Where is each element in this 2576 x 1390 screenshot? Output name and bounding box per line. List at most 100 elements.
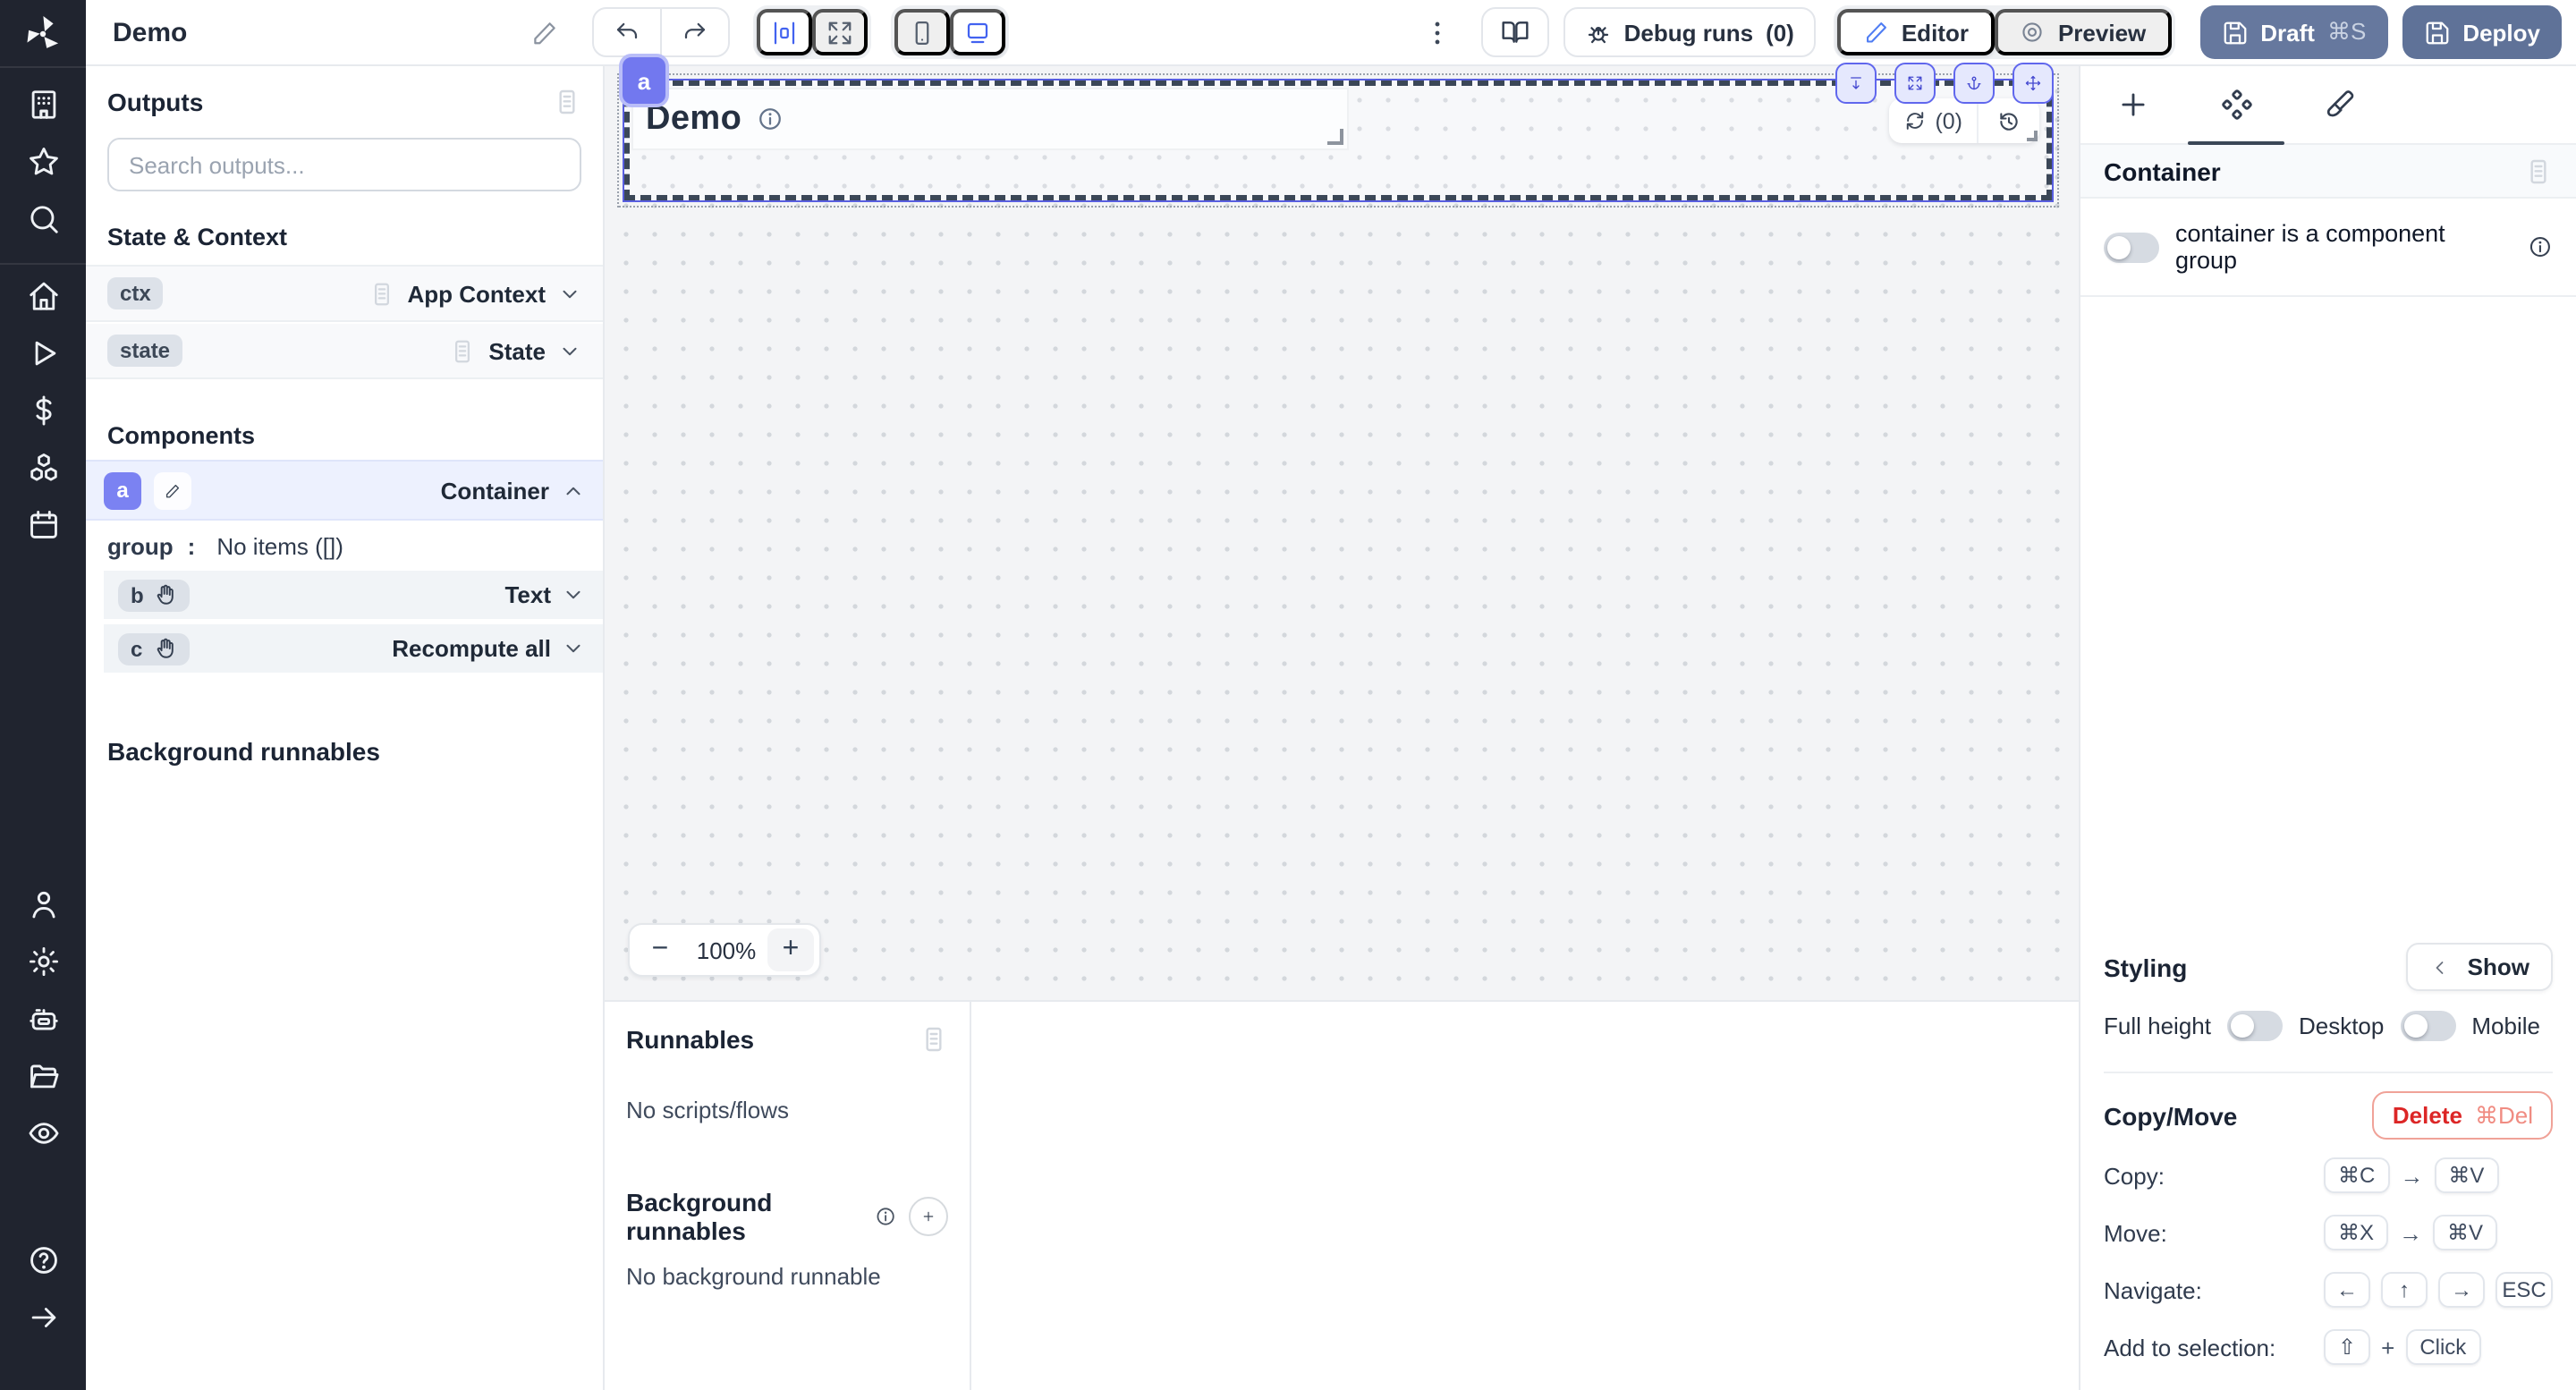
kbd-cut: ⌘X (2324, 1215, 2388, 1250)
expand-down-handle-icon[interactable] (1835, 63, 1877, 104)
fullscreen-icon[interactable] (811, 9, 867, 55)
container-type-label: Container (441, 477, 549, 504)
chevron-down-icon[interactable] (562, 583, 585, 606)
tab-styling-icon[interactable] (2288, 66, 2392, 143)
component-group-toggle[interactable] (2104, 232, 2159, 262)
add-selection-label: Add to selection: (2104, 1334, 2324, 1360)
sidebar-item-settings[interactable] (16, 941, 70, 980)
chevron-down-icon[interactable] (558, 339, 581, 362)
zoom-out-button[interactable]: − (635, 932, 685, 968)
sidebar-item-audit[interactable] (16, 1113, 70, 1152)
sidebar-item-home[interactable] (16, 275, 70, 315)
chevron-left-icon (2430, 956, 2452, 978)
kbd-paste: ⌘V (2434, 1157, 2498, 1193)
doc-panel-icon[interactable] (553, 88, 581, 116)
component-row-text[interactable]: b Text (104, 571, 603, 619)
styling-show-button[interactable]: Show (2407, 943, 2553, 991)
sidebar-item-favorites[interactable] (16, 141, 70, 181)
debug-runs-count: (0) (1766, 19, 1794, 46)
center-panel-icon[interactable] (756, 9, 811, 55)
state-type-label: State (488, 337, 546, 364)
editor-label: Editor (1902, 19, 1969, 46)
app-canvas[interactable]: a (0) (605, 66, 2079, 1000)
sidebar-item-workspace[interactable] (16, 84, 70, 123)
kbd-click: Click (2405, 1329, 2480, 1365)
anchor-handle-icon[interactable] (1953, 63, 1995, 104)
tab-insert-component-icon[interactable] (2080, 66, 2184, 143)
undo-button[interactable] (593, 9, 659, 55)
mobile-view-icon[interactable] (894, 9, 949, 55)
history-cell[interactable] (1977, 98, 2039, 143)
chevron-down-icon[interactable] (562, 637, 585, 660)
refresh-cell[interactable]: (0) (1888, 98, 1977, 143)
zoom-in-button[interactable]: + (767, 928, 814, 971)
state-context-heading: State & Context (86, 224, 603, 250)
doc-panel-icon[interactable] (919, 1025, 948, 1054)
debug-runs-label: Debug runs (1624, 19, 1753, 46)
doc-icon (368, 280, 394, 307)
edit-id-pencil-icon[interactable] (154, 471, 191, 509)
output-row-state[interactable]: state State (86, 322, 603, 379)
sidebar-expand-icon[interactable] (16, 1297, 70, 1336)
move-handle-icon[interactable] (2012, 63, 2054, 104)
component-a-badge: a (104, 471, 141, 509)
navigate-shortcut-row: Navigate: ← ↑ → ESC (2104, 1268, 2553, 1311)
desktop-view-icon[interactable] (949, 9, 1004, 55)
delete-label: Delete (2393, 1102, 2462, 1129)
sidebar-item-resources[interactable] (16, 447, 70, 487)
inspector-component-header: Container (2080, 145, 2576, 199)
fullscreen-handle-icon[interactable] (1894, 63, 1936, 104)
background-runnables-empty: No background runnable (626, 1263, 948, 1290)
component-group-toggle-label: container is a component group (2175, 220, 2512, 274)
full-height-toggle[interactable] (2227, 1011, 2283, 1041)
delete-button[interactable]: Delete ⌘Del (2373, 1091, 2553, 1140)
windmill-logo-icon[interactable] (0, 0, 86, 66)
docs-book-icon[interactable] (1481, 7, 1549, 57)
group-value-label: No items ([]) (216, 532, 343, 559)
deploy-button[interactable]: Deploy (2402, 5, 2562, 59)
outputs-panel: Outputs State & Context ctx App Context … (86, 66, 605, 1390)
sidebar-item-workers[interactable] (16, 998, 70, 1038)
output-row-ctx[interactable]: ctx App Context (86, 265, 603, 322)
debug-runs-button[interactable]: Debug runs (0) (1563, 7, 1816, 57)
chevron-up-icon[interactable] (562, 479, 585, 502)
desktop-toggle[interactable] (2400, 1011, 2455, 1041)
tab-editor[interactable]: Editor (1837, 9, 1996, 55)
editor-pencil-icon (1864, 20, 1889, 45)
search-outputs-input[interactable] (125, 149, 564, 180)
outputs-search (107, 138, 581, 191)
sidebar-divider (0, 66, 86, 68)
info-icon[interactable] (2528, 234, 2553, 259)
more-menu-icon[interactable] (1411, 15, 1463, 49)
component-id: b (131, 582, 144, 607)
rename-pencil-icon[interactable] (520, 17, 568, 47)
selected-container-component[interactable]: a (0) (617, 73, 2059, 208)
resize-corner[interactable] (2027, 131, 2038, 141)
info-icon[interactable] (756, 106, 783, 132)
chevron-down-icon[interactable] (558, 282, 581, 305)
text-component[interactable]: Demo (633, 89, 1347, 148)
sidebar-item-folders[interactable] (16, 1055, 70, 1095)
sidebar-item-help[interactable] (16, 1240, 70, 1279)
add-background-runnable-button[interactable] (909, 1197, 948, 1236)
component-row-recompute[interactable]: c Recompute all (104, 624, 603, 673)
runnables-title: Runnables (626, 1025, 754, 1054)
kbd-up: ↑ (2381, 1272, 2428, 1308)
outputs-title: Outputs (107, 88, 203, 116)
sidebar-item-user[interactable] (16, 884, 70, 923)
resize-corner[interactable] (1327, 129, 1343, 145)
save-icon (2423, 19, 2450, 46)
redo-button[interactable] (661, 9, 727, 55)
sidebar-item-billing[interactable] (16, 390, 70, 429)
sidebar-item-schedules[interactable] (16, 504, 70, 544)
doc-panel-icon[interactable] (2524, 157, 2553, 185)
bug-icon (1585, 19, 1612, 46)
sidebar-item-runs[interactable] (16, 333, 70, 372)
tab-preview[interactable]: Preview (1996, 9, 2171, 55)
info-icon[interactable] (875, 1204, 896, 1229)
group-colon: : (188, 532, 196, 559)
tab-component-settings-icon[interactable] (2184, 66, 2288, 143)
component-row-container[interactable]: a Container (86, 460, 603, 521)
draft-button[interactable]: Draft ⌘S (2199, 5, 2387, 59)
sidebar-item-search[interactable] (16, 199, 70, 238)
